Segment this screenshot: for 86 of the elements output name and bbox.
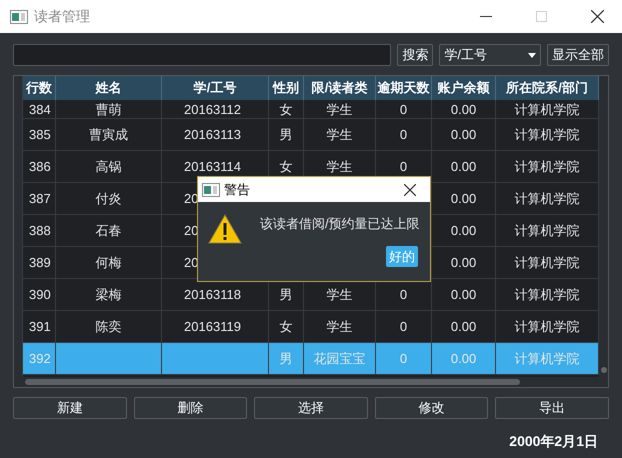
table-cell: 计算机学院 <box>514 286 580 302</box>
table-row[interactable]: 385 曹寅成 20163113 男 学生 0 0.00 计算机学院 <box>23 119 600 151</box>
table-cell: 20163113 <box>184 126 241 142</box>
action-button[interactable]: 导出 <box>495 397 609 419</box>
table-cell: 387 <box>29 190 51 206</box>
table-cell: 男 <box>280 350 293 366</box>
table-cell: 计算机学院 <box>514 102 580 118</box>
table-cell: 计算机学院 <box>514 350 580 366</box>
table-cell: 计算机学院 <box>514 126 580 142</box>
table-cell: 20163114 <box>184 158 241 174</box>
show-all-button[interactable]: 显示全部 <box>547 44 609 66</box>
table-cell: 390 <box>29 286 51 302</box>
table-cell: 0.00 <box>450 158 476 174</box>
table-cell: 石春 <box>96 222 122 238</box>
table-cell: 学生 <box>326 318 353 334</box>
table-cell: 陈奕 <box>96 318 122 334</box>
action-button[interactable]: 删除 <box>134 397 248 419</box>
table-row[interactable]: 390 梁梅 20163118 男 学生 0 0.00 计算机学院 <box>23 279 600 311</box>
maximize-icon[interactable] <box>536 11 547 22</box>
table-cell: 梁梅 <box>96 286 122 302</box>
field-dropdown[interactable]: 学/工号 <box>439 44 541 66</box>
table-cell: 0 <box>400 158 408 174</box>
table-cell: 付炎 <box>96 190 122 206</box>
table-cell: 计算机学院 <box>514 222 580 238</box>
action-button[interactable]: 新建 <box>13 397 127 419</box>
table-cell: 386 <box>29 158 51 174</box>
app-icon <box>202 182 220 196</box>
table-cell: 20163112 <box>184 102 241 118</box>
table-cell: 花园宝宝 <box>314 350 366 366</box>
table-cell: 学生 <box>326 102 353 118</box>
table-cell: 0 <box>400 350 408 366</box>
table-cell: 学生 <box>326 158 353 174</box>
table-cell: 0 <box>400 126 408 142</box>
table-cell: 学生 <box>326 286 353 302</box>
table-cell: 0.00 <box>450 286 476 302</box>
table-cell: 391 <box>29 318 51 334</box>
table-cell: 384 <box>29 102 51 118</box>
table-cell: 0 <box>400 102 408 118</box>
table-cell: 学生 <box>326 126 353 142</box>
table-cell: 计算机学院 <box>514 190 580 206</box>
action-button[interactable]: 选择 <box>254 397 368 419</box>
minimize-icon[interactable] <box>480 16 492 18</box>
table-cell: 0.00 <box>450 126 476 142</box>
table-cell: 0.00 <box>450 318 476 334</box>
table-row[interactable]: 386 高锅 20163114 女 学生 0 0.00 计算机学院 <box>23 151 600 183</box>
table-cell: 女 <box>280 158 293 174</box>
table-cell: 计算机学院 <box>514 318 580 334</box>
table-cell: 0.00 <box>450 102 476 118</box>
table-cell: 20163119 <box>184 318 241 334</box>
table-cell: 男 <box>280 286 293 302</box>
table-cell: 0.00 <box>450 190 476 206</box>
table-cell: 高锅 <box>96 158 122 174</box>
action-button[interactable]: 修改 <box>374 397 488 419</box>
close-icon[interactable] <box>404 184 416 196</box>
table-cell: 0.00 <box>450 222 476 238</box>
table-cell: 392 <box>29 350 51 366</box>
table-cell: 女 <box>280 318 293 334</box>
table-row[interactable]: 384 曹萌 20163112 女 学生 0 0.00 计算机学院 <box>23 100 600 119</box>
date-label: 2000年2月1日 <box>509 432 598 451</box>
dialog-title: 警告 <box>224 180 250 199</box>
table-cell: 0.00 <box>450 254 476 270</box>
app-icon <box>10 10 28 24</box>
vertical-scrollbar[interactable] <box>599 76 608 377</box>
table-cell: 389 <box>29 254 51 270</box>
table-cell: 曹寅成 <box>89 126 128 142</box>
table-cell: 计算机学院 <box>514 254 580 270</box>
table-cell: 0 <box>400 318 408 334</box>
horizontal-scrollbar[interactable] <box>14 377 608 387</box>
table-cell: 385 <box>29 126 51 142</box>
window-title: 读者管理 <box>34 7 90 26</box>
close-icon[interactable] <box>591 10 604 23</box>
table-cell: 0 <box>400 286 408 302</box>
table-cell: 女 <box>280 102 293 118</box>
table-cell: 男 <box>280 126 293 142</box>
dialog-message: 该读者借阅/预约量已达上限 <box>260 215 420 233</box>
table-cell: 计算机学院 <box>514 158 580 174</box>
table-cell: 何梅 <box>96 254 122 270</box>
table-cell: 曹萌 <box>96 102 122 118</box>
warning-icon <box>208 214 242 244</box>
table-cell: 0.00 <box>450 350 476 366</box>
search-field[interactable] <box>13 44 392 66</box>
table-cell: 388 <box>29 222 51 238</box>
table-row[interactable]: 391 陈奕 20163119 女 学生 0 0.00 计算机学院 <box>23 311 600 343</box>
table-cell: 20163118 <box>184 286 241 302</box>
caret-icon <box>528 52 536 58</box>
search-button[interactable]: 搜索 <box>397 44 434 66</box>
